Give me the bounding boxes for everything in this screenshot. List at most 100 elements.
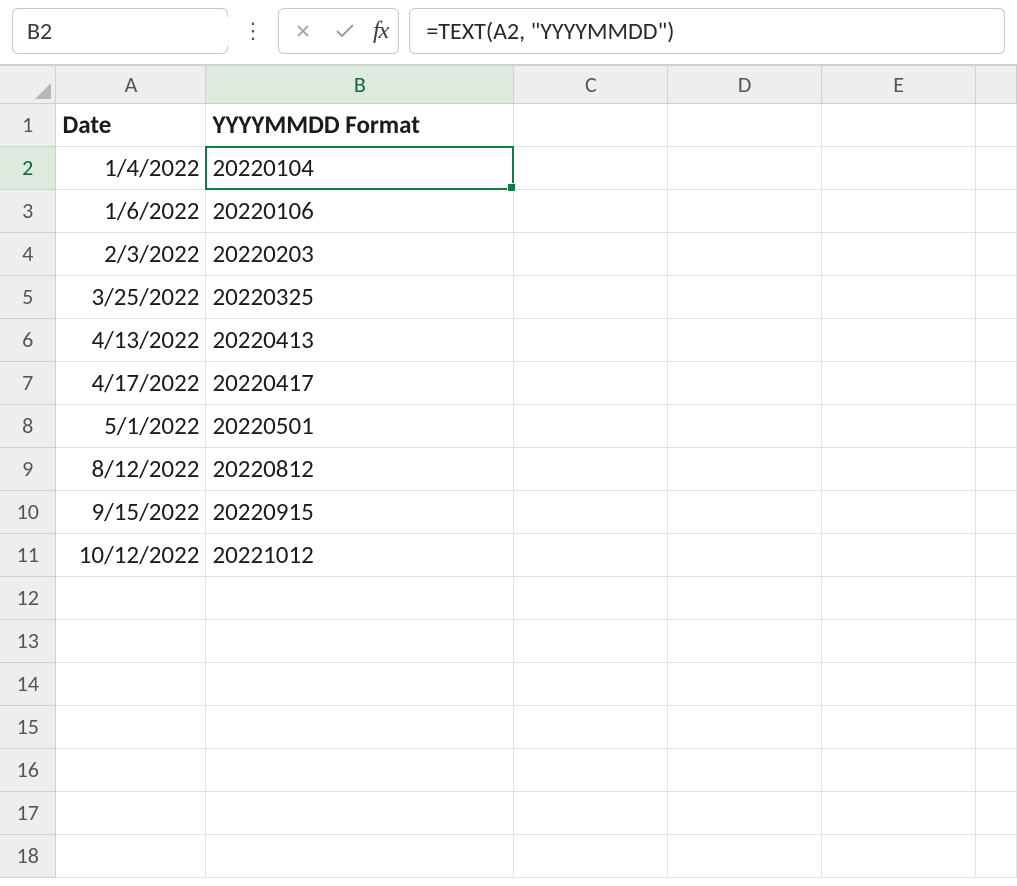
cell[interactable]: [514, 318, 668, 361]
cell[interactable]: [668, 791, 822, 834]
cell[interactable]: [514, 619, 668, 662]
cell[interactable]: [976, 404, 1017, 447]
cell[interactable]: [514, 189, 668, 232]
cell[interactable]: [822, 834, 976, 877]
cell-B11[interactable]: 20221012: [206, 533, 514, 576]
cell[interactable]: [514, 576, 668, 619]
cell-A10[interactable]: 9/15/2022: [56, 490, 206, 533]
cell-A5[interactable]: 3/25/2022: [56, 275, 206, 318]
cell[interactable]: [668, 576, 822, 619]
cell[interactable]: [668, 748, 822, 791]
col-header-C[interactable]: C: [514, 66, 668, 103]
cell[interactable]: [668, 662, 822, 705]
row-header[interactable]: 18: [0, 834, 56, 877]
cell[interactable]: [976, 275, 1017, 318]
row-header[interactable]: 14: [0, 662, 56, 705]
cell[interactable]: [976, 834, 1017, 877]
enter-icon[interactable]: [331, 19, 359, 43]
cell[interactable]: [668, 275, 822, 318]
cell-A9[interactable]: 8/12/2022: [56, 447, 206, 490]
cell[interactable]: [668, 189, 822, 232]
cell[interactable]: [668, 490, 822, 533]
cell[interactable]: [976, 490, 1017, 533]
cell[interactable]: [514, 705, 668, 748]
cell[interactable]: [822, 619, 976, 662]
cell-A11[interactable]: 10/12/2022: [56, 533, 206, 576]
row-header[interactable]: 10: [0, 490, 56, 533]
cell[interactable]: [514, 404, 668, 447]
row-header[interactable]: 7: [0, 361, 56, 404]
cell[interactable]: [822, 705, 976, 748]
col-header-F[interactable]: [976, 66, 1017, 103]
cell-B5[interactable]: 20220325: [206, 275, 514, 318]
cell[interactable]: [822, 533, 976, 576]
cell[interactable]: [976, 791, 1017, 834]
cell-B3[interactable]: 20220106: [206, 189, 514, 232]
col-header-B[interactable]: B: [206, 66, 514, 103]
cell[interactable]: [56, 748, 206, 791]
cell[interactable]: [514, 662, 668, 705]
cell[interactable]: [976, 619, 1017, 662]
cell-B8[interactable]: 20220501: [206, 404, 514, 447]
cell[interactable]: [206, 705, 514, 748]
cell[interactable]: [822, 490, 976, 533]
cell[interactable]: [822, 404, 976, 447]
cell[interactable]: [822, 748, 976, 791]
cell[interactable]: [514, 748, 668, 791]
name-box[interactable]: [12, 8, 228, 54]
cell[interactable]: [976, 146, 1017, 189]
cell[interactable]: [976, 533, 1017, 576]
cell-A1[interactable]: Date: [56, 103, 206, 146]
cell-A8[interactable]: 5/1/2022: [56, 404, 206, 447]
cell[interactable]: [514, 146, 668, 189]
row-header[interactable]: 15: [0, 705, 56, 748]
cell[interactable]: [822, 447, 976, 490]
cell[interactable]: [56, 662, 206, 705]
cell[interactable]: [514, 447, 668, 490]
cell[interactable]: [514, 834, 668, 877]
cell[interactable]: [56, 619, 206, 662]
cell[interactable]: [206, 619, 514, 662]
row-header[interactable]: 3: [0, 189, 56, 232]
cell-B9[interactable]: 20220812: [206, 447, 514, 490]
cell[interactable]: [206, 834, 514, 877]
row-header[interactable]: 16: [0, 748, 56, 791]
cell[interactable]: [514, 103, 668, 146]
cell-B10[interactable]: 20220915: [206, 490, 514, 533]
select-all-corner[interactable]: [0, 66, 56, 103]
cell[interactable]: [976, 705, 1017, 748]
row-header[interactable]: 11: [0, 533, 56, 576]
cell[interactable]: [822, 662, 976, 705]
row-header[interactable]: 1: [0, 103, 56, 146]
cell[interactable]: [976, 662, 1017, 705]
cell[interactable]: [206, 791, 514, 834]
cell-B7[interactable]: 20220417: [206, 361, 514, 404]
formula-input[interactable]: [426, 17, 988, 46]
cell[interactable]: [976, 361, 1017, 404]
col-header-A[interactable]: A: [56, 66, 206, 103]
cell-A3[interactable]: 1/6/2022: [56, 189, 206, 232]
cell[interactable]: [668, 834, 822, 877]
spreadsheet-grid[interactable]: A B C D E 1 Date YYYYMMDD Format 2 1/4/2…: [0, 66, 1017, 878]
row-header[interactable]: 13: [0, 619, 56, 662]
cell[interactable]: [668, 404, 822, 447]
cell[interactable]: [668, 533, 822, 576]
row-header[interactable]: 8: [0, 404, 56, 447]
cell[interactable]: [822, 146, 976, 189]
cell[interactable]: [822, 232, 976, 275]
cell[interactable]: [822, 275, 976, 318]
row-header[interactable]: 6: [0, 318, 56, 361]
cell[interactable]: [822, 103, 976, 146]
resize-handle-icon[interactable]: ⋮: [238, 26, 268, 36]
cell[interactable]: [56, 576, 206, 619]
cell-B2[interactable]: 20220104: [206, 146, 514, 189]
cell-B6[interactable]: 20220413: [206, 318, 514, 361]
cell[interactable]: [976, 318, 1017, 361]
cell[interactable]: [206, 748, 514, 791]
cell[interactable]: [976, 748, 1017, 791]
cell[interactable]: [56, 834, 206, 877]
cell[interactable]: [668, 619, 822, 662]
col-header-D[interactable]: D: [668, 66, 822, 103]
cell[interactable]: [976, 447, 1017, 490]
cell[interactable]: [668, 146, 822, 189]
